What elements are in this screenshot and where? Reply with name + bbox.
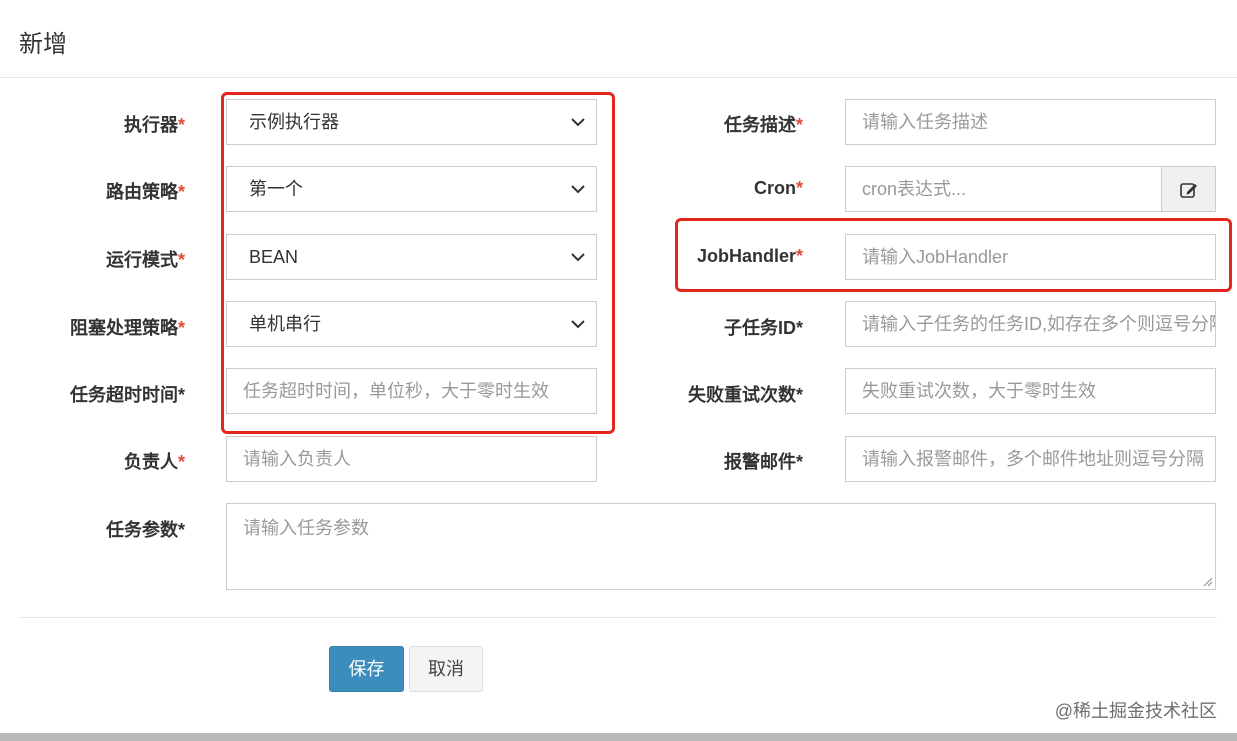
footer-divider [19,617,1217,618]
label-timeout: 任务超时时间* [69,385,185,405]
watermark: @稀土掘金技术社区 [1054,701,1217,721]
route-value: 第一个 [249,179,303,199]
label-route: 路由策略* [105,182,185,202]
run-mode-select[interactable]: BEAN [226,234,597,280]
executor-select[interactable]: 示例执行器 [226,99,597,145]
job-handler-input[interactable]: 请输入JobHandler [845,234,1216,280]
label-params: 任务参数* [105,520,185,540]
chevron-down-icon [571,253,585,262]
executor-value: 示例执行器 [249,112,339,132]
params-textarea[interactable]: 请输入任务参数 [226,503,1216,590]
block-strategy-value: 单机串行 [249,314,321,334]
modal-title: 新增 [19,31,67,58]
chevron-down-icon [571,118,585,127]
label-executor: 执行器* [123,115,185,135]
route-select[interactable]: 第一个 [226,166,597,212]
block-strategy-select[interactable]: 单机串行 [226,301,597,347]
run-mode-value: BEAN [249,247,299,267]
timeout-input[interactable]: 任务超时时间，单位秒，大于零时生效 [226,368,597,414]
retry-input[interactable]: 失败重试次数，大于零时生效 [845,368,1216,414]
label-desc: 任务描述* [723,115,803,135]
label-run-mode: 运行模式* [105,250,185,270]
modal-header: 新增 [0,0,1237,78]
alarm-email-input[interactable]: 请输入报警邮件，多个邮件地址则逗号分隔 [845,436,1216,482]
label-block-strategy: 阻塞处理策略* [69,318,185,338]
author-input[interactable]: 请输入负责人 [226,436,597,482]
save-button[interactable]: 保存 [329,646,404,692]
bottom-bar [0,733,1237,741]
cron-edit-button[interactable] [1161,166,1216,212]
chevron-down-icon [571,320,585,329]
desc-input[interactable]: 请输入任务描述 [845,99,1216,145]
label-alarm-email: 报警邮件* [723,452,803,472]
params-placeholder: 请输入任务参数 [243,518,369,538]
label-cron: Cron* [753,178,803,198]
child-id-input[interactable]: 请输入子任务的任务ID,如存在多个则逗号分隔 [845,301,1216,347]
edit-icon [1180,183,1197,198]
label-child-id: 子任务ID* [723,318,803,338]
cancel-button[interactable]: 取消 [409,646,483,692]
label-job-handler: JobHandler* [696,246,803,266]
resize-grip-icon[interactable] [1201,575,1213,587]
cron-input[interactable]: cron表达式... [845,166,1162,212]
label-retry: 失败重试次数* [687,385,803,405]
chevron-down-icon [571,185,585,194]
label-author: 负责人* [123,452,185,472]
